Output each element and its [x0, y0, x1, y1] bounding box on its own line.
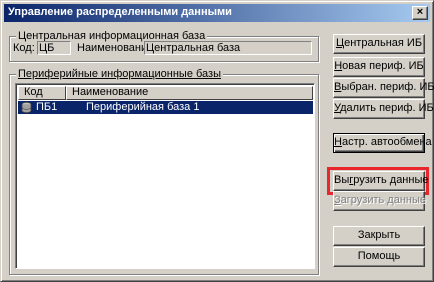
central-name-value: Центральная база: [144, 41, 312, 55]
list-item-code: ПБ1: [36, 101, 58, 113]
list-item[interactable]: ПБ1 Периферийная база 1: [18, 101, 313, 114]
download-data-button: Загрузить данные: [333, 191, 426, 211]
close-icon[interactable]: ×: [412, 6, 428, 20]
column-header-name[interactable]: Наименование: [66, 86, 313, 100]
dialog-window: Управление распределенными данными × Цен…: [0, 0, 434, 282]
selected-peripheral-ib-button[interactable]: Выбран. периф. ИБ: [333, 78, 434, 98]
central-code-value: ЦБ: [37, 41, 71, 55]
peripheral-ib-group-title: Периферийные информационные базы: [16, 68, 223, 80]
upload-data-button[interactable]: Выгрузить данные: [333, 171, 428, 191]
delete-peripheral-ib-button[interactable]: Удалить периф. ИБ: [333, 99, 434, 119]
list-header: Код Наименование: [18, 86, 313, 100]
database-icon: [21, 102, 32, 113]
new-peripheral-ib-button[interactable]: Новая периф. ИБ: [333, 57, 425, 77]
central-code-label: Код:: [13, 42, 35, 54]
help-button[interactable]: Помощь: [333, 247, 425, 267]
peripheral-ib-list[interactable]: Код Наименование ПБ1 Периферийная база 1: [15, 83, 315, 269]
title-bar[interactable]: Управление распределенными данными ×: [4, 4, 430, 22]
window-title: Управление распределенными данными: [8, 6, 232, 18]
close-button[interactable]: Закрыть: [333, 226, 425, 246]
auto-exchange-settings-button[interactable]: Настр. автообмена: [333, 133, 432, 153]
central-ib-button[interactable]: Центральная ИБ: [333, 34, 425, 54]
list-item-name: Периферийная база 1: [86, 101, 200, 113]
column-header-code[interactable]: Код: [18, 86, 66, 100]
